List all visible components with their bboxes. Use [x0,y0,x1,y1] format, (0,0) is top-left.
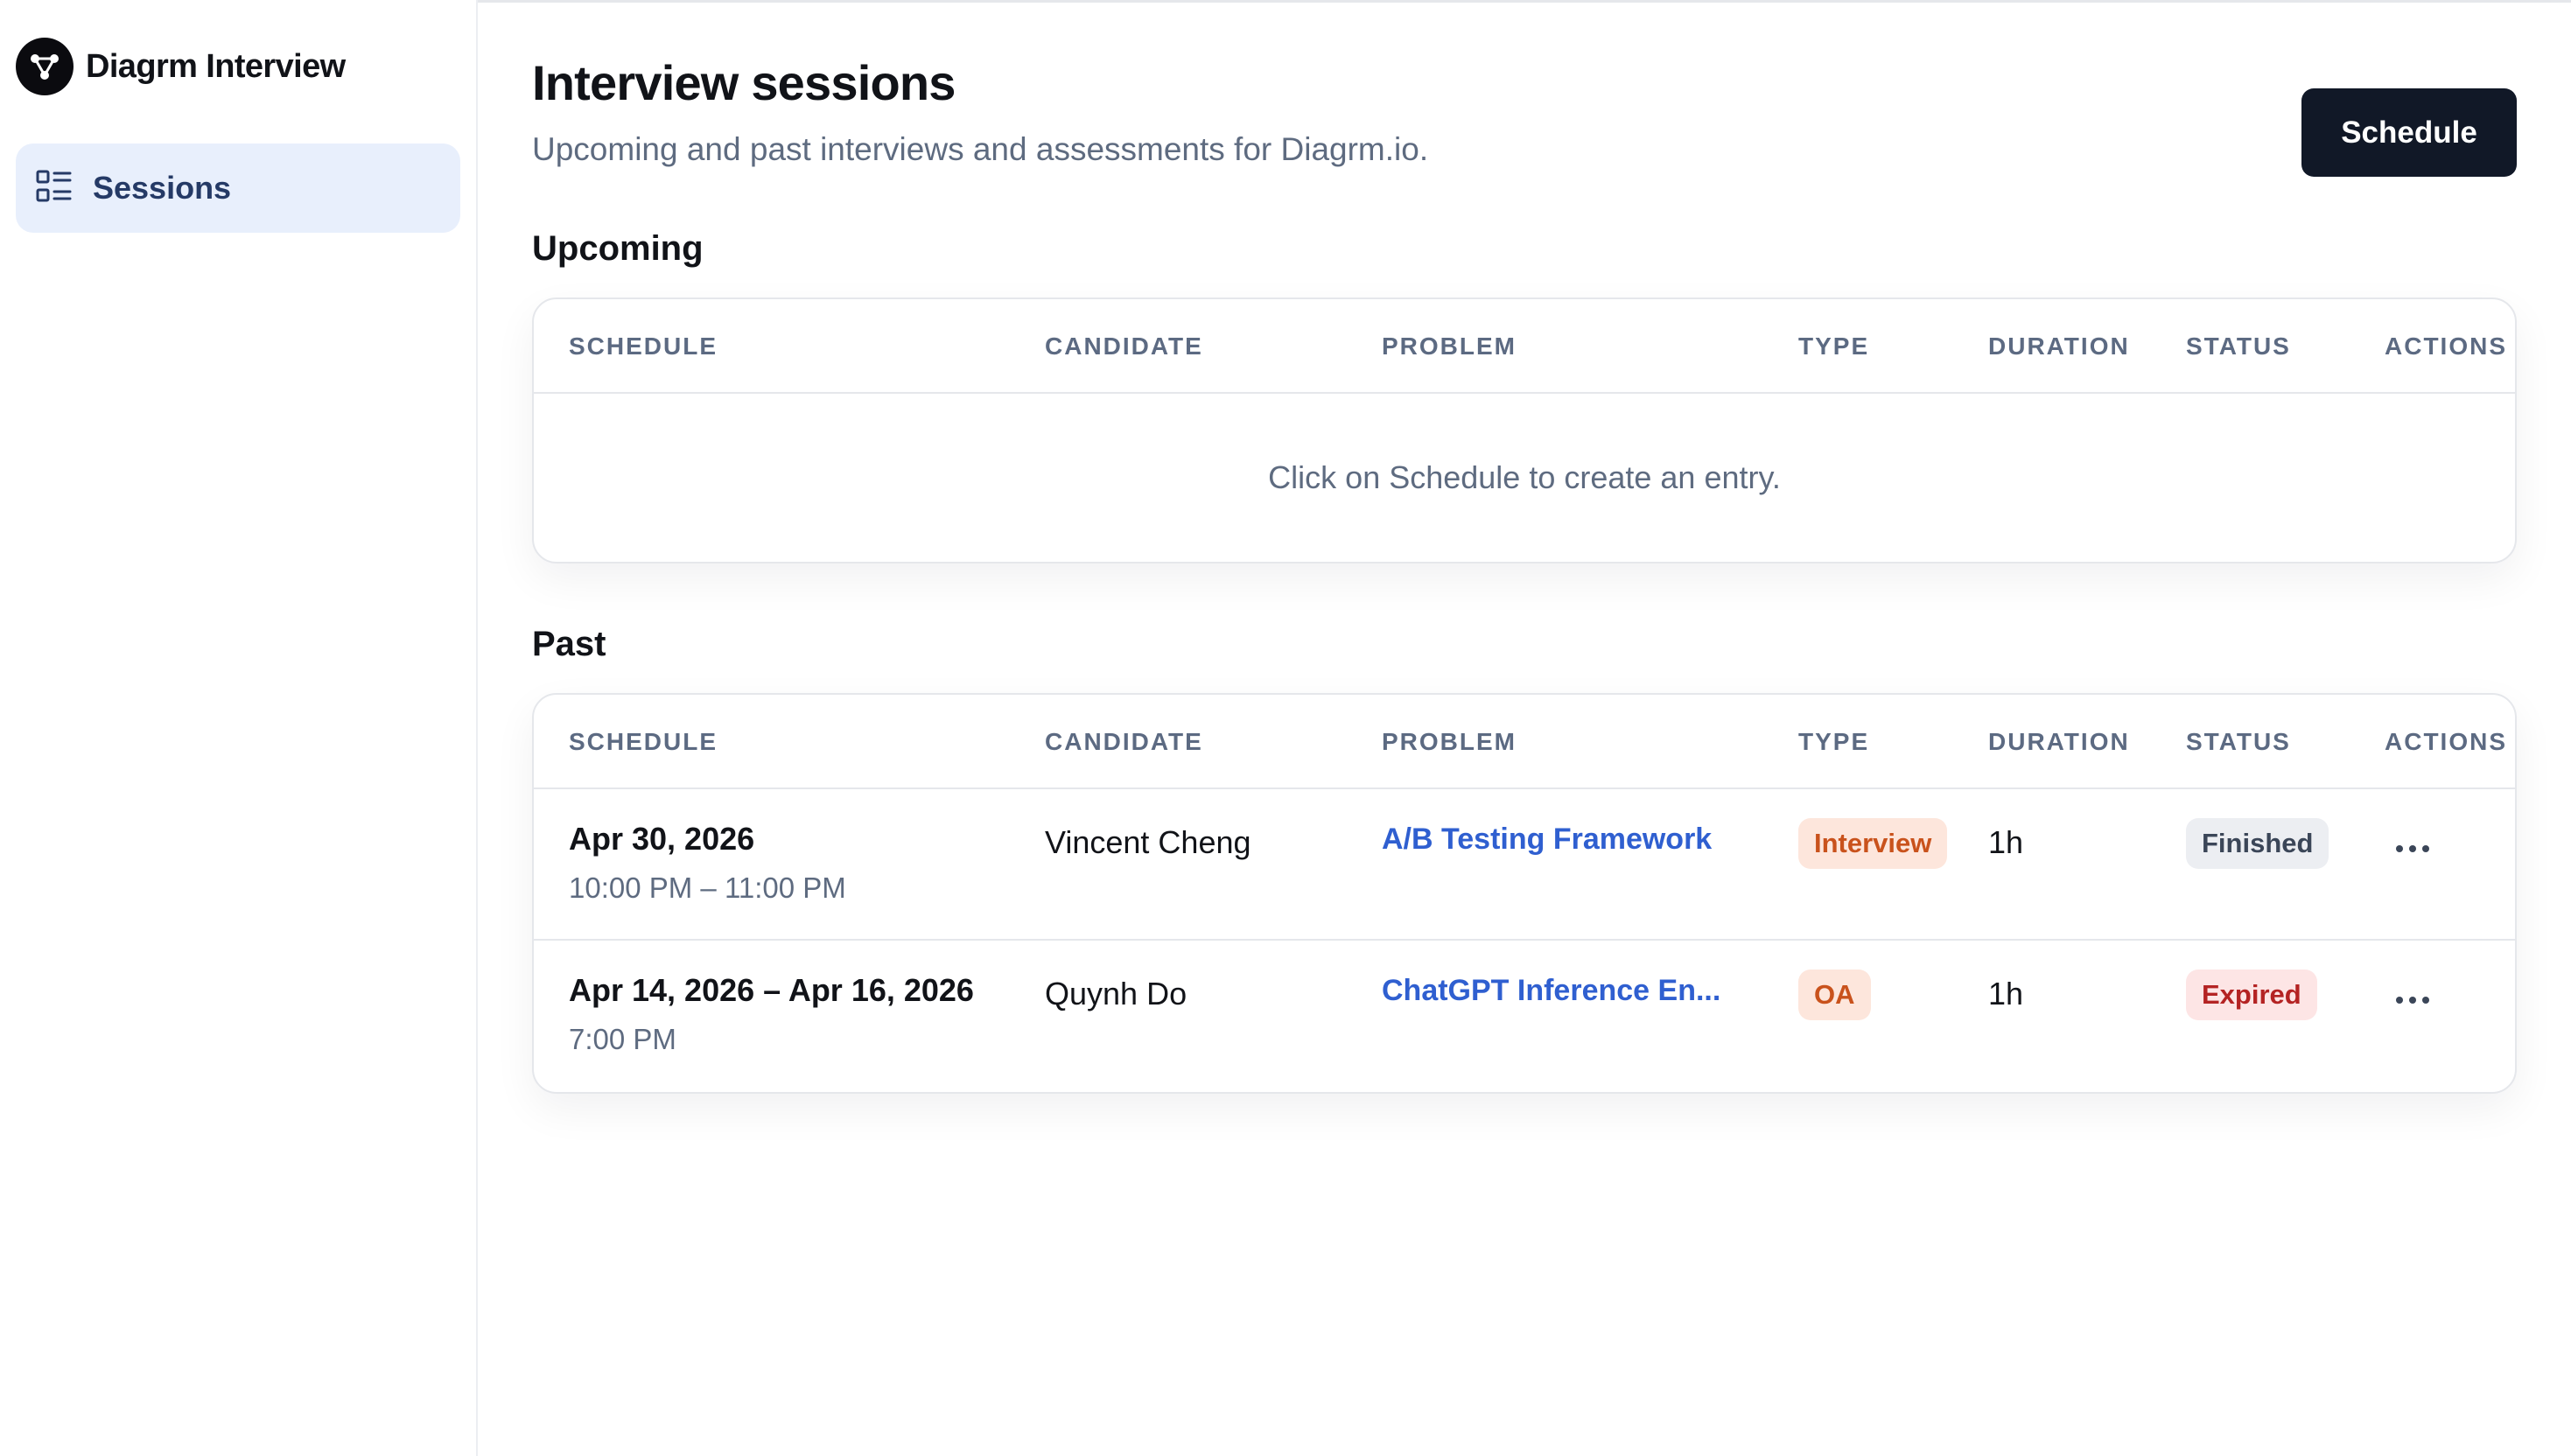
table-header: SCHEDULE CANDIDATE PROBLEM TYPE DURATION… [534,299,2515,394]
status-badge: Finished [2186,818,2329,869]
sidebar: Diagrm Interview Sessions [0,0,478,1456]
column-header-type: TYPE [1798,728,1870,755]
type-cell: Interview [1798,818,1948,869]
column-header-type: TYPE [1798,332,1870,360]
column-header-duration: DURATION [1988,332,2130,360]
status-badge: Expired [2186,970,2317,1020]
column-header-status: STATUS [2186,728,2291,755]
page-title: Interview sessions [532,55,956,110]
column-header-actions: ACTIONS [2385,332,2507,360]
column-header-problem: PROBLEM [1382,332,1517,360]
column-header-schedule: SCHEDULE [569,332,718,360]
upcoming-section-title: Upcoming [532,229,704,268]
schedule-cell: Apr 30, 2026 10:00 PM – 11:00 PM [569,821,846,905]
more-actions-icon[interactable] [2396,840,2429,858]
column-header-problem: PROBLEM [1382,728,1517,755]
schedule-button[interactable]: Schedule [2301,88,2517,177]
duration-value: 1h [1988,976,2024,1012]
app-name: Diagrm Interview [86,47,346,85]
past-table: SCHEDULE CANDIDATE PROBLEM TYPE DURATION… [532,693,2517,1094]
page-subtitle: Upcoming and past interviews and assessm… [532,131,1429,167]
column-header-duration: DURATION [1988,728,2130,755]
column-header-schedule: SCHEDULE [569,728,718,755]
sidebar-item-label: Sessions [93,170,232,206]
duration-value: 1h [1988,824,2024,860]
problem-link[interactable]: A/B Testing Framework [1382,822,1712,857]
type-cell: OA [1798,970,1871,1020]
type-badge: Interview [1798,818,1948,869]
type-badge: OA [1798,970,1871,1020]
brand[interactable]: Diagrm Interview [16,37,346,96]
sidebar-item-sessions[interactable]: Sessions [16,144,460,233]
candidate-name: Vincent Cheng [1045,824,1251,860]
column-header-actions: ACTIONS [2385,728,2507,755]
list-icon [35,168,72,209]
schedule-date: Apr 14, 2026 – Apr 16, 2026 [569,972,974,1008]
problem-link[interactable]: ChatGPT Inference En... [1382,974,1720,1008]
logo-icon [16,38,74,95]
status-cell: Finished [2186,818,2329,869]
column-header-candidate: CANDIDATE [1045,728,1203,755]
schedule-date: Apr 30, 2026 [569,821,755,857]
column-header-status: STATUS [2186,332,2291,360]
table-row[interactable]: Apr 14, 2026 – Apr 16, 2026 7:00 PM Quyn… [534,941,2515,1092]
upcoming-table: SCHEDULE CANDIDATE PROBLEM TYPE DURATION… [532,298,2517,564]
schedule-cell: Apr 14, 2026 – Apr 16, 2026 7:00 PM [569,972,974,1056]
table-row[interactable]: Apr 30, 2026 10:00 PM – 11:00 PM Vincent… [534,789,2515,941]
candidate-name: Quynh Do [1045,976,1187,1012]
table-header: SCHEDULE CANDIDATE PROBLEM TYPE DURATION… [534,695,2515,789]
empty-state: Click on Schedule to create an entry. [1268,459,1781,495]
past-section-title: Past [532,625,606,663]
column-header-candidate: CANDIDATE [1045,332,1203,360]
main-content: Interview sessions Upcoming and past int… [480,0,2571,1456]
more-actions-icon[interactable] [2396,991,2429,1009]
schedule-time: 7:00 PM [569,1023,676,1055]
schedule-time: 10:00 PM – 11:00 PM [569,872,846,904]
status-cell: Expired [2186,970,2317,1020]
